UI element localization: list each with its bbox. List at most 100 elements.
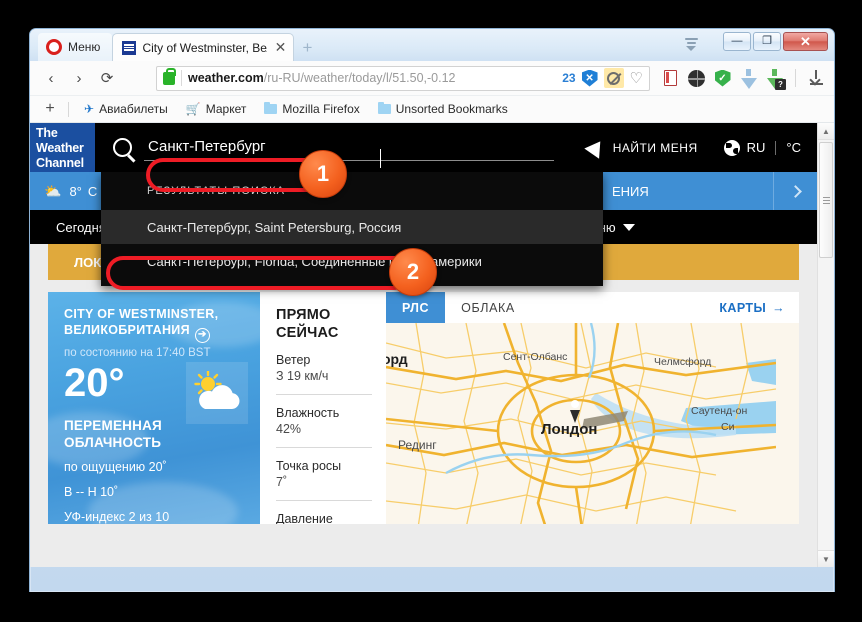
- bookmarks-bar: + ✈ Авиабилеты 🛒 Маркет Mozilla Firefox …: [30, 96, 834, 123]
- alert-next-button[interactable]: [773, 172, 817, 210]
- scroll-up-button[interactable]: ▲: [818, 123, 834, 140]
- airplane-icon: ✈: [84, 102, 95, 116]
- annotation-bubble-1: 1: [299, 150, 347, 198]
- page-scrollbar[interactable]: ▲ ▼: [817, 123, 834, 567]
- reload-icon[interactable]: ⟳: [94, 65, 120, 91]
- blocked-ads-count: 23: [562, 71, 576, 85]
- opera-menu-button[interactable]: Меню: [38, 33, 113, 61]
- right-now-title-line-2: СЕЙЧАС: [276, 325, 339, 341]
- download-helper-icon[interactable]: ?: [765, 68, 786, 90]
- globe-icon: [723, 139, 740, 156]
- downloads-icon[interactable]: [807, 69, 826, 88]
- shield-extension-icon[interactable]: ✓: [713, 69, 732, 88]
- logo-line-2: Weather: [36, 141, 84, 155]
- row-value: 7˚: [276, 475, 288, 489]
- url-host: weather.com: [188, 71, 264, 85]
- new-tab-button[interactable]: +: [294, 33, 320, 61]
- map-canvas[interactable]: орд Сент-Олбанс Челмсфорд Саутенд-он Си …: [386, 323, 799, 524]
- main-content: CITY OF WESTMINSTER, ВЕЛИКОБРИТАНИЯ ➔ по …: [30, 280, 817, 524]
- right-now-title-line-1: ПРЯМО: [276, 307, 331, 323]
- maps-link-label: КАРТЫ: [719, 300, 767, 315]
- bookmark-label: Mozilla Firefox: [282, 102, 360, 116]
- map-label-chelmsford: Челмсфорд: [654, 356, 712, 368]
- maps-link[interactable]: КАРТЫ →: [719, 292, 799, 323]
- web-page-viewport: The Weather Channel НАЙТИ МЕНЯ: [30, 123, 834, 567]
- condition-line-1: ПЕРЕМЕННАЯ: [64, 417, 162, 433]
- cart-icon: 🛒: [185, 102, 201, 116]
- maximize-button[interactable]: ❐: [753, 32, 781, 51]
- location-line-2: ВЕЛИКОБРИТАНИЯ: [64, 323, 190, 337]
- toolbar-divider: [795, 69, 796, 87]
- save-to-favorites-icon[interactable]: ♡: [630, 69, 643, 87]
- bookmark-label: Авиабилеты: [99, 102, 168, 116]
- logo-line-1: The: [36, 126, 58, 140]
- back-icon[interactable]: ‹: [38, 65, 64, 91]
- notes-extension-icon[interactable]: [661, 69, 680, 88]
- map-label-watford: орд: [386, 351, 408, 367]
- minimize-button[interactable]: —: [723, 32, 751, 51]
- right-now-row-humidity: Влажность 42%: [276, 406, 372, 436]
- browser-window: Меню City of Westminster, Велик ✕ + — ❐ …: [29, 28, 835, 592]
- map-tab-bar: РЛС ОБЛАКА КАРТЫ →: [386, 292, 799, 323]
- browser-tab[interactable]: City of Westminster, Велик ✕: [112, 33, 295, 61]
- language-selector[interactable]: RU: [747, 140, 766, 155]
- speed-dial-icon[interactable]: [122, 65, 148, 91]
- bookmarks-divider: [68, 101, 69, 117]
- scrollbar-thumb[interactable]: [819, 142, 833, 258]
- page-scroll-content: The Weather Channel НАЙТИ МЕНЯ: [30, 123, 817, 567]
- change-location-icon[interactable]: ➔: [194, 327, 210, 343]
- weather-channel-logo[interactable]: The Weather Channel: [30, 123, 95, 172]
- ad-blocker-icon[interactable]: ✕: [581, 69, 598, 87]
- tab-radar[interactable]: РЛС: [386, 292, 446, 323]
- annotation-bubble-2: 2: [389, 248, 437, 296]
- window-title-bar: Меню City of Westminster, Велик ✕ + — ❐ …: [30, 29, 834, 61]
- row-value: З 19 км/ч: [276, 369, 329, 383]
- address-bar[interactable]: weather.com/ru-RU/weather/today/l/51.50,…: [156, 65, 650, 91]
- search-result-item-1[interactable]: Санкт-Петербург, Saint Petersburg, Росси…: [101, 210, 603, 244]
- map-label-sea: Си: [721, 421, 735, 433]
- unit-selector[interactable]: °C: [786, 140, 801, 155]
- nav-item-today[interactable]: Сегодня: [56, 220, 106, 235]
- bookmark-aviabilety[interactable]: ✈ Авиабилеты: [75, 102, 177, 116]
- location-line-1: CITY OF WESTMINSTER,: [64, 307, 219, 321]
- arrow-right-icon: →: [772, 300, 785, 315]
- block-content-icon[interactable]: [603, 68, 624, 88]
- search-input[interactable]: [144, 134, 554, 161]
- map-label-reading: Рединг: [398, 438, 437, 452]
- condition-line-2: ОБЛАЧНОСТЬ: [64, 434, 162, 450]
- row-label: Влажность: [276, 406, 340, 420]
- window-controls: — ❐ ✕: [723, 32, 828, 51]
- search-icon[interactable]: [113, 138, 132, 157]
- logo-line-3: Channel: [36, 156, 84, 170]
- bookmark-unsorted[interactable]: Unsorted Bookmarks: [369, 101, 517, 116]
- high-low: В -- Н 10˚: [64, 484, 119, 499]
- header-right-tools: НАЙТИ МЕНЯ RU °C: [584, 136, 817, 159]
- right-now-row-wind: Ветер З 19 км/ч: [276, 353, 372, 383]
- tab-clouds[interactable]: ОБЛАКА: [445, 292, 531, 323]
- url-path: /ru-RU/weather/today/l/51.50,-0.12: [263, 71, 456, 85]
- location-arrow-icon: [584, 136, 608, 159]
- chevron-down-icon: [622, 223, 635, 231]
- right-now-card: ПРЯМО СЕЙЧАС Ветер З 19 км/ч Влажность 4…: [260, 292, 386, 524]
- current-conditions-card: CITY OF WESTMINSTER, ВЕЛИКОБРИТАНИЯ ➔ по …: [48, 292, 260, 524]
- window-menu-icon[interactable]: [683, 35, 699, 53]
- forward-icon[interactable]: ›: [66, 65, 92, 91]
- add-bookmark-icon[interactable]: +: [38, 100, 62, 118]
- scroll-down-button[interactable]: ▼: [818, 550, 834, 567]
- close-tab-icon[interactable]: ✕: [273, 39, 287, 56]
- find-me-button[interactable]: НАЙТИ МЕНЯ: [584, 136, 698, 159]
- feels-like: по ощущению 20˚: [64, 459, 167, 474]
- globe-extension-icon[interactable]: [687, 69, 706, 88]
- annotation-number: 1: [316, 161, 330, 186]
- bookmark-market[interactable]: 🛒 Маркет: [177, 102, 256, 116]
- location-name: CITY OF WESTMINSTER, ВЕЛИКОБРИТАНИЯ ➔: [64, 306, 246, 343]
- bookmark-mozilla-firefox[interactable]: Mozilla Firefox: [255, 101, 368, 116]
- close-button[interactable]: ✕: [783, 32, 828, 51]
- sun-cloud-icon: ⛅: [44, 182, 62, 199]
- download-extension-icon[interactable]: [739, 68, 758, 89]
- address-text: weather.com/ru-RU/weather/today/l/51.50,…: [188, 71, 556, 85]
- divider: [276, 500, 372, 501]
- search-result-item-2[interactable]: Санкт-Петербург, Florida, Соединенные шт…: [101, 244, 603, 278]
- address-divider: [181, 70, 182, 86]
- divider: [276, 394, 372, 395]
